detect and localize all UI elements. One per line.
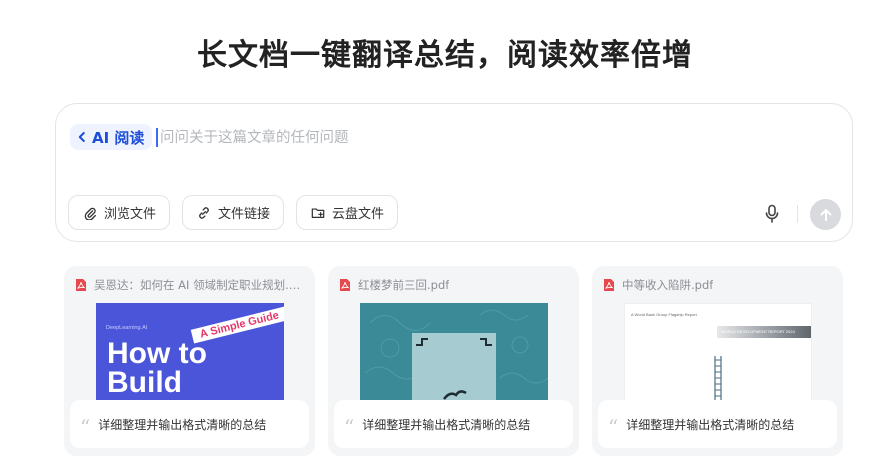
browse-files-label: 浏览文件 [104,207,157,222]
document-thumbnail [360,303,548,403]
ai-reading-mode-chip[interactable]: AI 阅读 [70,124,153,150]
mode-chip-label: AI 阅读 [92,128,145,147]
file-row: 中等收入陷阱.pdf [602,277,833,293]
file-row: 红楼梦前三回.pdf [338,277,569,293]
example-card[interactable]: 吴恩达：如何在 AI 领域制定职业规划.pdf DeepLearning.AI … [64,266,315,456]
file-link-button[interactable]: 文件链接 [182,195,285,230]
example-card[interactable]: 中等收入陷阱.pdf A World Bank Group Flagship R… [592,266,843,456]
file-name: 中等收入陷阱.pdf [622,278,714,292]
book-cover-illustration [364,309,548,403]
thumbnail-banner-text: WORLD DEVELOPMENT REPORT 2024 [721,329,795,334]
file-row: 吴恩达：如何在 AI 领域制定职业规划.pdf [74,277,305,293]
pdf-icon [76,279,86,291]
cloud-folder-icon [311,207,325,218]
paperclip-icon [84,207,96,220]
browse-files-button[interactable]: 浏览文件 [68,195,171,230]
file-link-label: 文件链接 [218,207,271,222]
question-input[interactable] [160,124,720,152]
toolbar-divider [797,205,798,223]
ladder-illustration [714,356,722,402]
thumbnail-banner: WORLD DEVELOPMENT REPORT 2024 [717,326,811,338]
quote-icon: “ [344,415,355,439]
prompt-suggestion[interactable]: “ 详细整理并输出格式清晰的总结 [70,400,309,448]
link-icon [199,206,209,219]
cloud-files-button[interactable]: 云盘文件 [296,195,399,230]
microphone-icon[interactable] [763,204,781,224]
text-cursor [156,128,158,147]
chevron-left-icon [78,132,85,142]
arrow-up-icon [820,208,831,221]
prompt-text: 详细整理并输出格式清晰的总结 [626,417,795,432]
cloud-files-label: 云盘文件 [332,207,385,222]
prompt-suggestion[interactable]: “ 详细整理并输出格式清晰的总结 [598,400,837,448]
prompt-text: 详细整理并输出格式清晰的总结 [362,417,531,432]
file-name: 红楼梦前三回.pdf [358,278,450,292]
pdf-icon [604,279,614,291]
thumbnail-subtitle: A World Bank Group Flagship Report [631,312,697,317]
thumbnail-title: How to Build [107,337,207,399]
prompt-text: 详细整理并输出格式清晰的总结 [98,417,267,432]
ask-box: AI 阅读 浏览文件 文件链接 云盘文件 [55,103,853,242]
quote-icon: “ [80,415,91,439]
document-thumbnail: A World Bank Group Flagship Report WORLD… [624,303,812,403]
page-headline: 长文档一键翻译总结，阅读效率倍增 [197,38,693,73]
thumbnail-brand-text: DeepLearning.AI [106,325,148,331]
prompt-suggestion[interactable]: “ 详细整理并输出格式清晰的总结 [334,400,573,448]
example-card[interactable]: 红楼梦前三回.pdf “ 详细整理并输出格式清晰的总结 [328,266,579,456]
file-name: 吴恩达：如何在 AI 领域制定职业规划.pdf [94,278,305,292]
quote-icon: “ [608,415,619,439]
thumbnail-title-line: Build [107,366,182,399]
document-thumbnail: DeepLearning.AI A Simple Guide How to Bu… [96,303,284,403]
thumbnail-title-line: How to [107,337,207,370]
pdf-icon [340,279,350,291]
send-button[interactable] [810,199,841,230]
